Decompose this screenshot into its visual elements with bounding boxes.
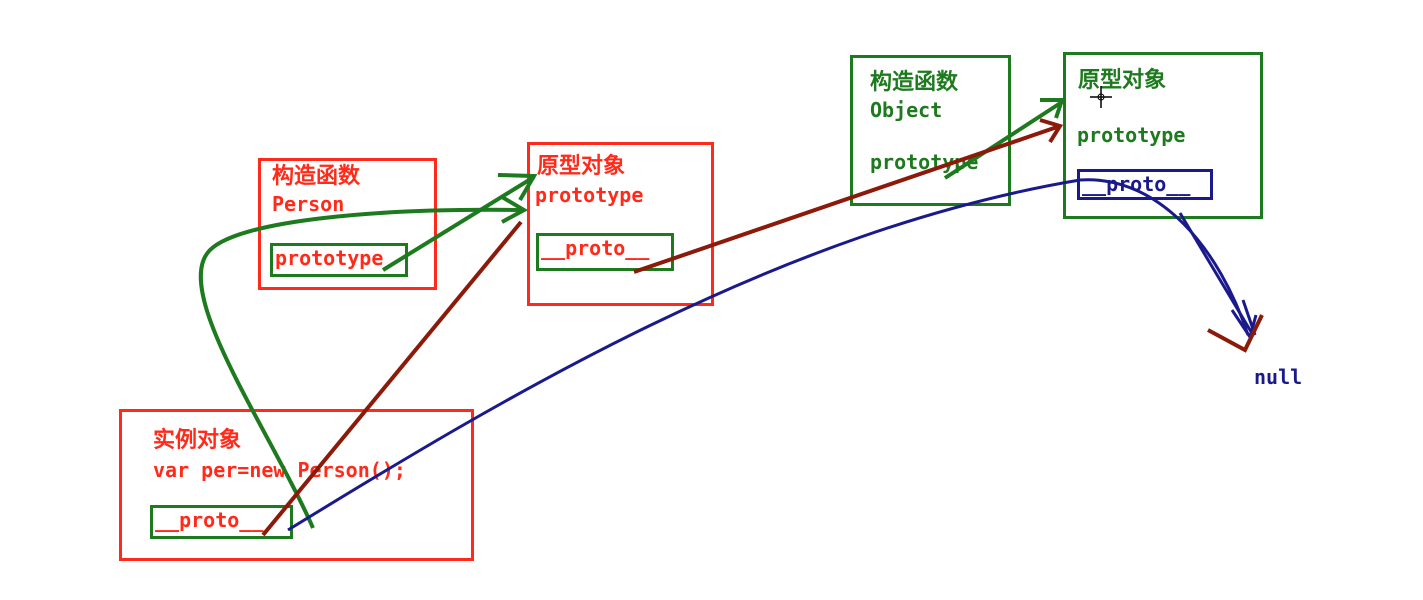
- person-prototype-subtitle: prototype: [535, 183, 644, 207]
- instance-proto-slot: __proto__: [150, 505, 293, 539]
- prototype-chain-diagram: 构造函数 Person prototype 原型对象 prototype __p…: [0, 0, 1423, 600]
- person-prototype-title: 原型对象: [537, 154, 626, 179]
- crosshair-cursor-icon: [1090, 86, 1112, 108]
- person-constructor-name: Person: [272, 192, 345, 216]
- instance-title: 实例对象: [153, 428, 242, 453]
- person-constructor-prototype-slot: prototype: [270, 243, 408, 277]
- object-constructor-title: 构造函数: [870, 70, 959, 95]
- person-prototype-proto-slot: __proto__: [536, 233, 674, 271]
- object-constructor-name: Object: [870, 98, 943, 122]
- object-prototype-proto-slot: __proto__: [1077, 169, 1213, 200]
- object-constructor-prototype-label: prototype: [870, 150, 979, 174]
- null-label: null: [1254, 365, 1303, 389]
- instance-code: var per=new Person();: [153, 458, 406, 482]
- object-prototype-subtitle: prototype: [1077, 123, 1186, 147]
- null-arrow: [1207, 314, 1264, 353]
- person-constructor-title: 构造函数: [272, 164, 361, 189]
